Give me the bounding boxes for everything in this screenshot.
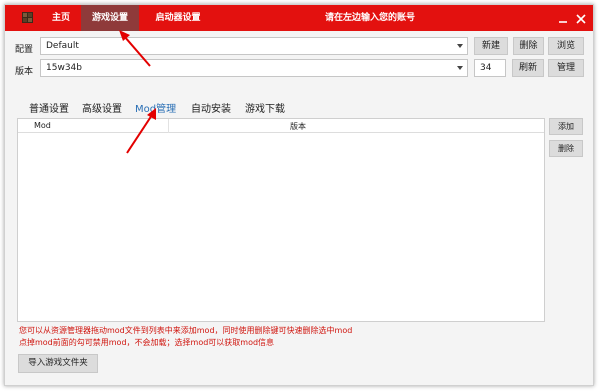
arrow-to-mod-tab-icon [126,108,156,154]
annotation-arrows [119,30,156,154]
arrow-to-game-settings-icon [119,30,151,67]
